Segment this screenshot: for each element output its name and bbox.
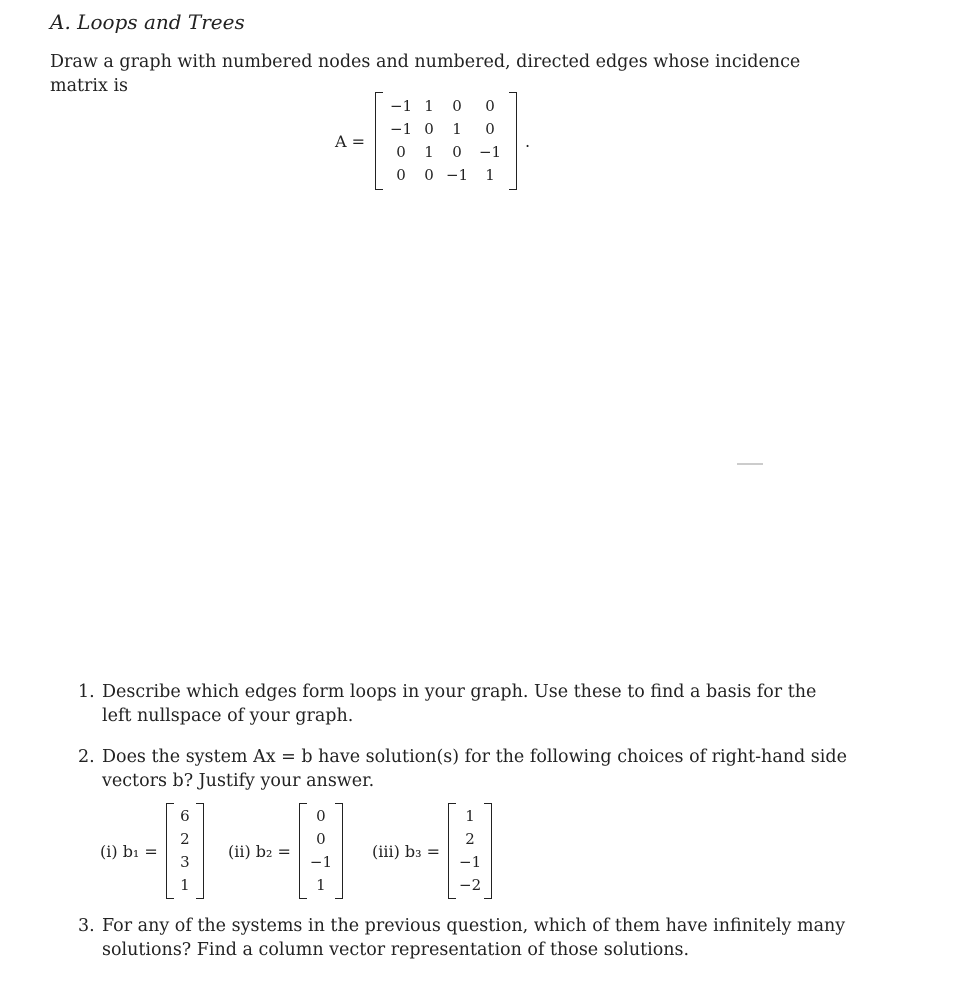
vector-entry: 0 — [316, 830, 326, 848]
left-bracket — [375, 92, 384, 190]
vector-entries: 1 2 −1 −2 — [456, 805, 484, 897]
matrix-cell: 1 — [424, 97, 434, 115]
question-3: 3. For any of the systems in the previou… — [78, 914, 848, 962]
matrix-cell: 0 — [485, 97, 495, 115]
matrix-cell: −1 — [445, 166, 469, 184]
matrix-entries: −1 1 0 0 −1 0 1 0 0 1 0 −1 0 0 −1 1 — [383, 95, 509, 187]
vector-entry: −1 — [459, 853, 482, 871]
vector-entry: 6 — [180, 807, 190, 825]
matrix-cell: 0 — [424, 120, 434, 138]
vector-entry: 1 — [465, 807, 475, 825]
matrix-cell: 0 — [396, 143, 406, 161]
matrix-cell: 0 — [485, 120, 495, 138]
right-bracket — [334, 803, 343, 899]
matrix-label: A = — [335, 131, 366, 151]
left-bracket — [298, 803, 307, 899]
question-1: 1. Describe which edges form loops in yo… — [78, 680, 848, 728]
question-number: 1. — [78, 682, 95, 702]
vector-entry: 0 — [316, 807, 326, 825]
question-number: 2. — [78, 747, 95, 767]
matrix-cell: 0 — [424, 166, 434, 184]
right-bracket — [509, 92, 518, 190]
matrix-cell: −1 — [389, 120, 413, 138]
vector-entry: 2 — [465, 830, 475, 848]
matrix-cell: 0 — [452, 143, 462, 161]
vector-entry: 3 — [180, 853, 190, 871]
vector-entries: 0 0 −1 1 — [307, 805, 335, 897]
section-title: A. Loops and Trees — [50, 10, 245, 34]
question-number: 3. — [78, 916, 95, 936]
question-text: For any of the systems in the previous q… — [102, 916, 846, 960]
vector-b2: (ii) b₂ = 0 0 −1 1 — [228, 803, 343, 899]
vector-b1: (i) b₁ = 6 2 3 1 — [100, 803, 204, 899]
vector-entry: −1 — [309, 853, 333, 871]
matrix-cell: 1 — [424, 143, 434, 161]
vector-label: (iii) b₃ = — [372, 841, 441, 861]
matrix-period: . — [525, 131, 531, 151]
intro-text: Draw a graph with numbered nodes and num… — [50, 52, 801, 96]
matrix-cell: 1 — [452, 120, 462, 138]
matrix-cell: 0 — [452, 97, 462, 115]
incidence-matrix: A = −1 1 0 0 −1 0 1 0 0 1 0 −1 0 0 −1 1 . — [335, 92, 530, 190]
left-bracket — [165, 803, 174, 899]
vector-label: (i) b₁ = — [100, 841, 158, 861]
matrix-cell: 1 — [485, 166, 495, 184]
question-text: Does the system Ax = b have solution(s) … — [102, 747, 847, 791]
matrix-cell: −1 — [389, 97, 413, 115]
matrix-cell: 0 — [396, 166, 406, 184]
question-2: 2. Does the system Ax = b have solution(… — [78, 745, 848, 793]
stray-mark — [737, 463, 763, 465]
left-bracket — [448, 803, 457, 899]
vector-entry: 2 — [180, 830, 190, 848]
right-bracket — [195, 803, 204, 899]
matrix-cell: −1 — [478, 143, 502, 161]
vector-entry: 1 — [316, 876, 326, 894]
question-text: Describe which edges form loops in your … — [102, 682, 817, 726]
vector-entry: 1 — [180, 876, 190, 894]
right-bracket — [484, 803, 493, 899]
vector-entry: −2 — [459, 876, 482, 894]
vector-label: (ii) b₂ = — [228, 841, 291, 861]
vector-b3: (iii) b₃ = 1 2 −1 −2 — [372, 803, 493, 899]
vector-entries: 6 2 3 1 — [174, 805, 196, 897]
